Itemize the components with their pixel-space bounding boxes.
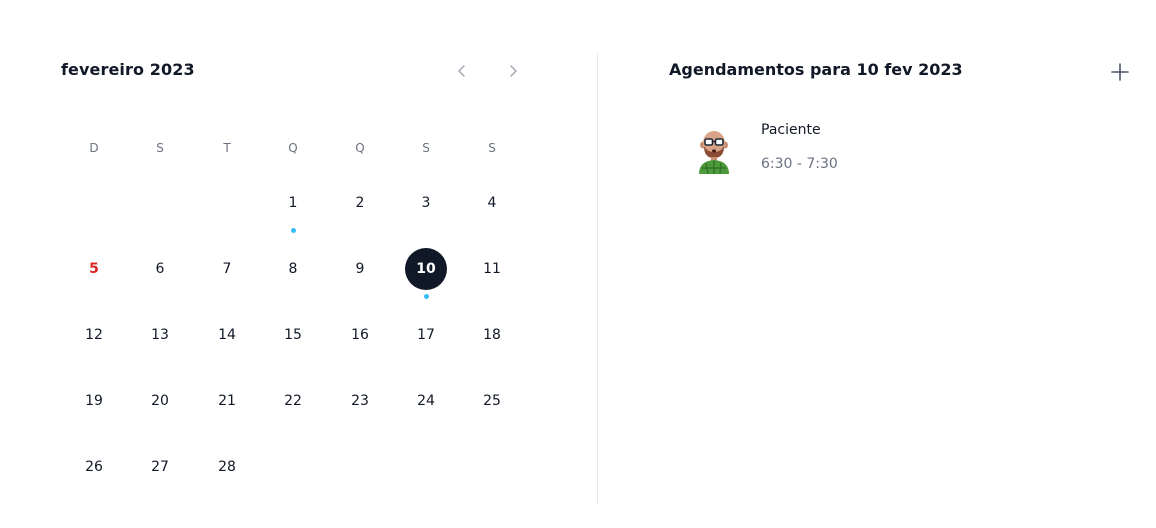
calendar-day[interactable]: 15 xyxy=(273,315,313,355)
calendar-day[interactable]: 13 xyxy=(140,315,180,355)
calendar-day[interactable]: 14 xyxy=(207,315,247,355)
next-month-button[interactable] xyxy=(501,58,525,84)
calendar-day[interactable]: 12 xyxy=(74,315,114,355)
calendar-day[interactable]: 23 xyxy=(340,381,380,421)
calendar-day-selected[interactable]: 10 xyxy=(405,248,447,290)
avatar xyxy=(694,128,734,175)
prev-month-button[interactable] xyxy=(450,58,474,84)
calendar-day[interactable]: 18 xyxy=(472,315,512,355)
weekday-label: S xyxy=(488,141,496,155)
calendar-day[interactable]: 27 xyxy=(140,447,180,487)
appointment-item[interactable]: Paciente 6:30 - 7:30 xyxy=(690,118,1090,182)
weekday-label: Q xyxy=(355,141,365,155)
weekday-label: T xyxy=(223,141,231,155)
calendar-day[interactable]: 9 xyxy=(340,249,380,289)
calendar-day[interactable]: 6 xyxy=(140,249,180,289)
calendar-day[interactable]: 17 xyxy=(406,315,446,355)
appointments-title: Agendamentos para 10 fev 2023 xyxy=(669,60,963,79)
patient-avatar-icon xyxy=(699,131,729,175)
calendar-day[interactable]: 16 xyxy=(340,315,380,355)
scheduling-view: fevereiro 2023 DSTQQSS 1 2 3 4 5 6 7 8 9 10 11 12 13… xyxy=(0,0,1156,528)
chevron-left-icon xyxy=(458,65,465,77)
weekday-label: Q xyxy=(288,141,298,155)
calendar-day[interactable]: 11 xyxy=(472,249,512,289)
calendar-day[interactable]: 4 xyxy=(472,183,512,223)
weekday-header-row: DSTQQSS xyxy=(60,141,530,161)
calendar-day[interactable]: 28 xyxy=(207,447,247,487)
calendar-panel: fevereiro 2023 DSTQQSS 1 2 3 4 5 6 7 8 9 10 11 12 13… xyxy=(60,58,530,475)
calendar-day[interactable]: 22 xyxy=(273,381,313,421)
calendar-header: fevereiro 2023 xyxy=(60,58,530,84)
weekday-label: S xyxy=(156,141,164,155)
appointment-time: 6:30 - 7:30 xyxy=(761,156,838,172)
calendar-day[interactable]: 24 xyxy=(406,381,446,421)
calendar-day[interactable]: 21 xyxy=(207,381,247,421)
weekday-label: D xyxy=(89,141,99,155)
calendar-day[interactable]: 2 xyxy=(340,183,380,223)
calendar-day[interactable]: 5 xyxy=(74,249,114,289)
calendar-day[interactable]: 26 xyxy=(74,447,114,487)
calendar-day[interactable]: 25 xyxy=(472,381,512,421)
calendar-day[interactable]: 19 xyxy=(74,381,114,421)
chevron-right-icon xyxy=(510,65,517,77)
weekday-label: S xyxy=(422,141,430,155)
calendar-day[interactable]: 1 xyxy=(273,183,313,223)
appointment-name: Paciente xyxy=(761,122,821,138)
month-title: fevereiro 2023 xyxy=(61,60,195,79)
panel-divider xyxy=(597,54,598,504)
calendar-day[interactable]: 20 xyxy=(140,381,180,421)
event-indicator-dot xyxy=(290,228,296,233)
calendar-day[interactable]: 3 xyxy=(406,183,446,223)
calendar-day[interactable]: 7 xyxy=(207,249,247,289)
add-appointment-button[interactable] xyxy=(1108,60,1132,84)
event-indicator-dot xyxy=(423,294,429,299)
plus-icon xyxy=(1111,63,1129,81)
calendar-day[interactable]: 8 xyxy=(273,249,313,289)
